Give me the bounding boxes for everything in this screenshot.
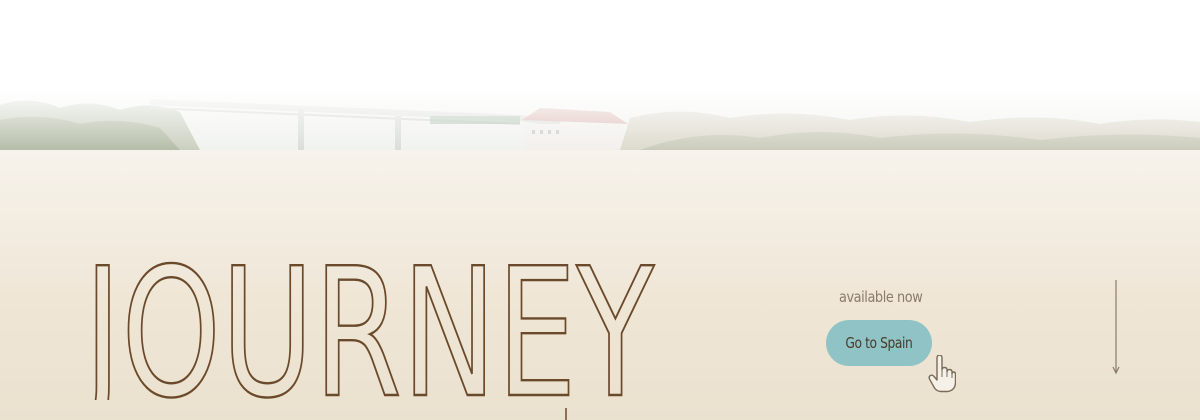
scroll-down-arrow-icon[interactable] (1108, 280, 1124, 376)
hero-fade-overlay (0, 0, 1200, 150)
hero-image (0, 0, 1200, 150)
availability-text: available now (839, 288, 923, 306)
journey-title: JOURNEY (84, 240, 656, 400)
intro-panel: JOURNEY available now Go to Spain (0, 150, 1200, 420)
decorative-mark (565, 408, 567, 420)
hand-pointer-icon (928, 355, 956, 393)
journey-title-text: JOURNEY (84, 240, 655, 400)
go-to-spain-label: Go to Spain (845, 334, 913, 352)
go-to-spain-button[interactable]: Go to Spain (826, 320, 932, 366)
